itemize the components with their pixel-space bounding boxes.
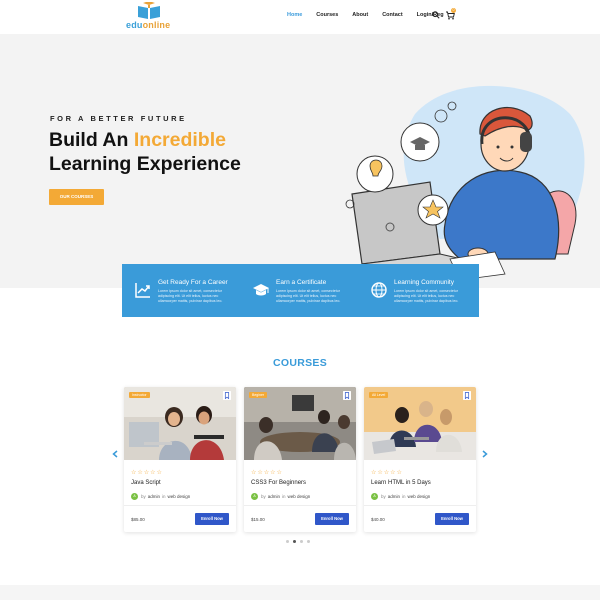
site-logo[interactable]: eduonline bbox=[126, 2, 174, 32]
feature-text: Lorem ipsum dolor sit amet, consectetur … bbox=[276, 289, 341, 303]
course-image[interactable]: Instructor bbox=[124, 387, 236, 460]
carousel-dot-active[interactable] bbox=[293, 540, 296, 543]
hero-eyebrow: FOR A BETTER FUTURE bbox=[50, 114, 187, 123]
course-author: A by admin in web design bbox=[251, 493, 312, 500]
feature-community: Learning Community Lorem ipsum dolor sit… bbox=[358, 264, 476, 317]
student-laptop-illustration bbox=[345, 85, 585, 281]
course-title[interactable]: Learn HTML in 5 Days bbox=[371, 480, 431, 486]
hero-title-line2: Learning Experience bbox=[49, 153, 241, 175]
divider bbox=[244, 505, 356, 506]
carousel-prev-icon[interactable] bbox=[112, 450, 118, 458]
feature-text: Lorem ipsum dolor sit amet, consectetur … bbox=[158, 289, 223, 303]
in-label: in bbox=[162, 494, 166, 499]
nav-home[interactable]: Home bbox=[287, 12, 302, 18]
footer-band bbox=[0, 585, 600, 600]
hero-section: FOR A BETTER FUTURE Build An Incredible … bbox=[0, 34, 600, 288]
carousel-dot[interactable] bbox=[300, 540, 303, 543]
level-badge: Beginer bbox=[249, 392, 268, 398]
hero-title-pre: Build An bbox=[49, 129, 134, 151]
book-logo-icon bbox=[138, 2, 160, 19]
course-price: $85.00 bbox=[131, 517, 145, 522]
hero-title: Build An Incredible Learning Experience bbox=[49, 128, 241, 176]
bookmark-icon[interactable] bbox=[223, 391, 231, 400]
by-label: by bbox=[261, 494, 266, 499]
bookmark-icon[interactable] bbox=[463, 391, 471, 400]
feature-band: Get Ready For a Career Lorem ipsum dolor… bbox=[122, 264, 479, 317]
chart-growth-icon bbox=[135, 283, 150, 298]
feature-title: Get Ready For a Career bbox=[158, 279, 228, 286]
level-badge: Instructor bbox=[129, 392, 150, 398]
course-title[interactable]: Java Script bbox=[131, 480, 161, 486]
hero-title-accent: Incredible bbox=[133, 129, 226, 151]
category-link[interactable]: web design bbox=[408, 494, 431, 499]
feature-career: Get Ready For a Career Lorem ipsum dolor… bbox=[122, 264, 240, 317]
rating-stars: ☆☆☆☆☆ bbox=[131, 470, 163, 476]
enroll-now-button[interactable]: Enroll Now bbox=[315, 513, 349, 525]
feature-title: Earn a Certificate bbox=[276, 279, 327, 286]
course-card[interactable]: Beginer ☆☆☆☆☆ CSS3 For Beginners A by ad… bbox=[244, 387, 356, 532]
search-icon[interactable] bbox=[432, 11, 440, 19]
by-label: by bbox=[381, 494, 386, 499]
course-image[interactable]: All Level bbox=[364, 387, 476, 460]
our-courses-button[interactable]: OUR COURSES bbox=[49, 189, 104, 205]
cart-count-badge: 0 bbox=[451, 8, 456, 13]
level-badge: All Level bbox=[369, 392, 389, 398]
divider bbox=[364, 505, 476, 506]
by-label: by bbox=[141, 494, 146, 499]
rating-stars: ☆☆☆☆☆ bbox=[251, 470, 283, 476]
globe-icon bbox=[371, 282, 387, 298]
divider bbox=[124, 505, 236, 506]
course-price: $40.00 bbox=[371, 517, 385, 522]
graduation-cap-icon bbox=[253, 284, 269, 296]
avatar: A bbox=[251, 493, 258, 500]
author-name[interactable]: admin bbox=[148, 494, 160, 499]
category-link[interactable]: web design bbox=[168, 494, 191, 499]
rating-stars: ☆☆☆☆☆ bbox=[371, 470, 403, 476]
carousel-dot[interactable] bbox=[307, 540, 310, 543]
course-card[interactable]: Instructor ☆☆☆☆☆ Java Script A by admin … bbox=[124, 387, 236, 532]
course-author: A by admin in web design bbox=[371, 493, 432, 500]
avatar: A bbox=[371, 493, 378, 500]
nav-contact[interactable]: Contact bbox=[382, 12, 402, 18]
main-nav: Home Courses About Contact Login/Reg 0 bbox=[287, 8, 458, 20]
course-author: A by admin in web design bbox=[131, 493, 192, 500]
feature-title: Learning Community bbox=[394, 279, 454, 286]
feature-text: Lorem ipsum dolor sit amet, consectetur … bbox=[394, 289, 459, 303]
nav-courses[interactable]: Courses bbox=[316, 12, 338, 18]
logo-text: eduonline bbox=[126, 20, 171, 30]
course-title[interactable]: CSS3 For Beginners bbox=[251, 480, 306, 486]
site-header: eduonline Home Courses About Contact Log… bbox=[0, 0, 600, 34]
category-link[interactable]: web design bbox=[288, 494, 311, 499]
enroll-now-button[interactable]: Enroll Now bbox=[435, 513, 469, 525]
bookmark-icon[interactable] bbox=[343, 391, 351, 400]
courses-heading: COURSES bbox=[272, 357, 328, 369]
nav-about[interactable]: About bbox=[352, 12, 368, 18]
in-label: in bbox=[282, 494, 286, 499]
carousel-dots bbox=[286, 540, 314, 543]
carousel-next-icon[interactable] bbox=[482, 450, 488, 458]
author-name[interactable]: admin bbox=[388, 494, 400, 499]
course-image[interactable]: Beginer bbox=[244, 387, 356, 460]
feature-certificate: Earn a Certificate Lorem ipsum dolor sit… bbox=[240, 264, 358, 317]
author-name[interactable]: admin bbox=[268, 494, 280, 499]
avatar: A bbox=[131, 493, 138, 500]
carousel-dot[interactable] bbox=[286, 540, 289, 543]
enroll-now-button[interactable]: Enroll Now bbox=[195, 513, 229, 525]
course-price: $15.00 bbox=[251, 517, 265, 522]
course-card[interactable]: All Level ☆☆☆☆☆ Learn HTML in 5 Days A b… bbox=[364, 387, 476, 532]
in-label: in bbox=[402, 494, 406, 499]
